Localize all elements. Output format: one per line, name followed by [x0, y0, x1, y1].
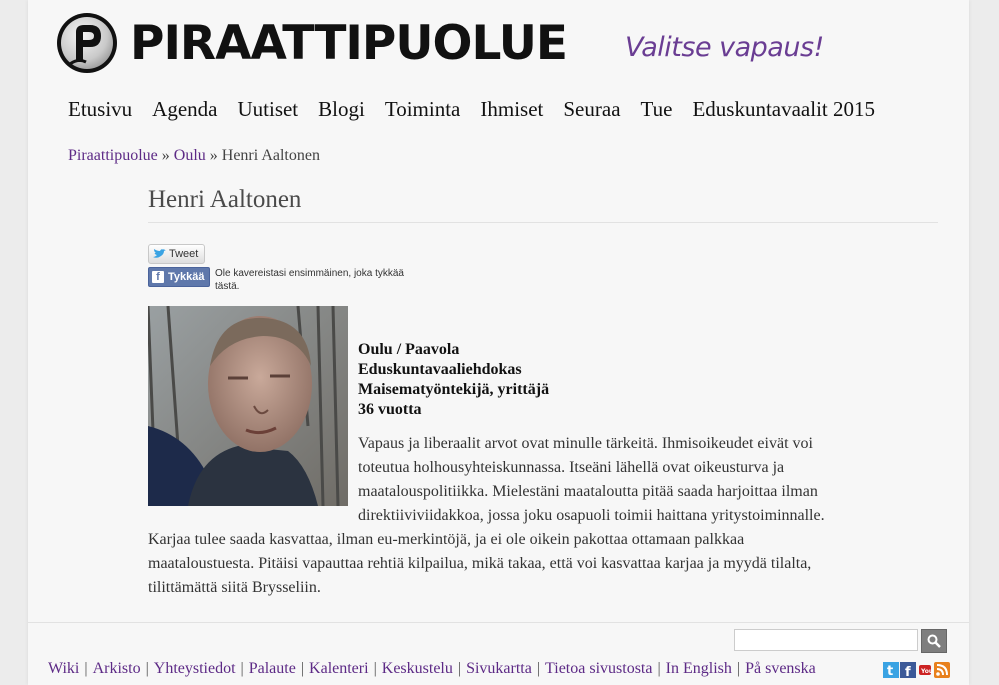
footer-link-kalenteri[interactable]: Kalenteri [309, 660, 369, 677]
footer-link-keskustelu[interactable]: Keskustelu [382, 660, 453, 677]
footer-link-svenska[interactable]: På svenska [745, 660, 816, 677]
footer-link-english[interactable]: In English [666, 660, 732, 677]
candidate-bio: Vapaus ja liberaalit arvot ovat minulle … [148, 432, 853, 600]
like-label: Tykkää [168, 271, 205, 283]
footer-separator: | [536, 660, 541, 677]
footer-social-icons: t f You [883, 662, 951, 680]
search-input[interactable] [734, 629, 918, 651]
facebook-like-button[interactable]: f Tykkää [148, 267, 210, 287]
breadcrumb-section-link[interactable]: Oulu [174, 147, 206, 164]
site-title[interactable]: PIRAATTIPUOLUE [130, 14, 568, 74]
svg-text:t: t [887, 664, 893, 678]
search-icon [927, 634, 941, 648]
breadcrumb-home-link[interactable]: Piraattipuolue [68, 147, 158, 164]
footer-links: Wiki | Arkisto | Yhteystiedot | Palaute | Kalent… [48, 660, 816, 678]
footer-link-wiki[interactable]: Wiki [48, 660, 79, 677]
footer-divider [28, 622, 969, 623]
site-slogan: Valitse vapaus! [625, 32, 824, 63]
rss-icon[interactable] [934, 662, 950, 678]
footer-separator: | [84, 660, 88, 677]
nav-item-uutiset[interactable]: Uutiset [237, 96, 298, 122]
footer-separator: | [300, 660, 305, 677]
title-divider [148, 222, 938, 223]
nav-item-tue[interactable]: Tue [641, 96, 673, 122]
svg-text:You: You [920, 668, 933, 675]
footer-separator: | [736, 660, 741, 677]
nav-item-toiminta[interactable]: Toiminta [385, 96, 461, 122]
nav-item-seuraa[interactable]: Seuraa [563, 96, 620, 122]
nav-item-etusivu[interactable]: Etusivu [68, 96, 132, 122]
bio-photo-spacer [148, 432, 358, 518]
footer-link-yhteystiedot[interactable]: Yhteystiedot [154, 660, 236, 677]
svg-text:f: f [905, 665, 911, 678]
candidate-facts: Oulu / Paavola Eduskuntavaaliehdokas Mai… [358, 340, 549, 420]
footer-link-palaute[interactable]: Palaute [249, 660, 296, 677]
footer-link-tietoa[interactable]: Tietoa sivustosta [545, 660, 652, 677]
candidate-age: 36 vuotta [358, 401, 422, 418]
facebook-icon[interactable]: f [900, 662, 916, 680]
footer-link-arkisto[interactable]: Arkisto [93, 660, 141, 677]
nav-item-blogi[interactable]: Blogi [318, 96, 365, 122]
search-button[interactable] [921, 629, 947, 653]
candidate-role: Eduskuntavaaliehdokas [358, 361, 522, 378]
nav-item-agenda[interactable]: Agenda [152, 96, 217, 122]
main-nav: Etusivu Agenda Uutiset Blogi Toiminta Ih… [68, 96, 895, 122]
page-title: Henri Aaltonen [148, 186, 302, 213]
footer-separator: | [240, 660, 244, 677]
facebook-f-icon: f [152, 271, 164, 283]
tweet-label: Tweet [169, 248, 199, 260]
like-info-text: Ole kavereistasi ensimmäinen, joka tykkä… [215, 268, 404, 292]
footer-separator: | [145, 660, 149, 677]
footer-separator: | [457, 660, 462, 677]
tweet-button[interactable]: Tweet [148, 244, 206, 264]
pirate-party-logo-icon[interactable] [56, 12, 118, 74]
nav-item-ihmiset[interactable]: Ihmiset [480, 96, 543, 122]
breadcrumb-current: Henri Aaltonen [221, 147, 320, 164]
nav-item-eduskuntavaalit[interactable]: Eduskuntavaalit 2015 [692, 96, 875, 122]
footer-separator: | [373, 660, 377, 677]
breadcrumb: Piraattipuolue » Oulu » Henri Aaltonen [68, 147, 320, 165]
footer-link-sivukartta[interactable]: Sivukartta [466, 660, 532, 677]
footer-separator: | [657, 660, 661, 677]
twitter-icon[interactable]: t [883, 662, 899, 679]
youtube-icon[interactable]: You [917, 662, 933, 678]
candidate-location: Oulu / Paavola [358, 341, 460, 358]
breadcrumb-separator: » [161, 147, 170, 164]
twitter-bird-icon [153, 249, 166, 258]
breadcrumb-separator: » [209, 147, 218, 164]
candidate-occupation: Maisematyöntekijä, yrittäjä [358, 381, 550, 398]
